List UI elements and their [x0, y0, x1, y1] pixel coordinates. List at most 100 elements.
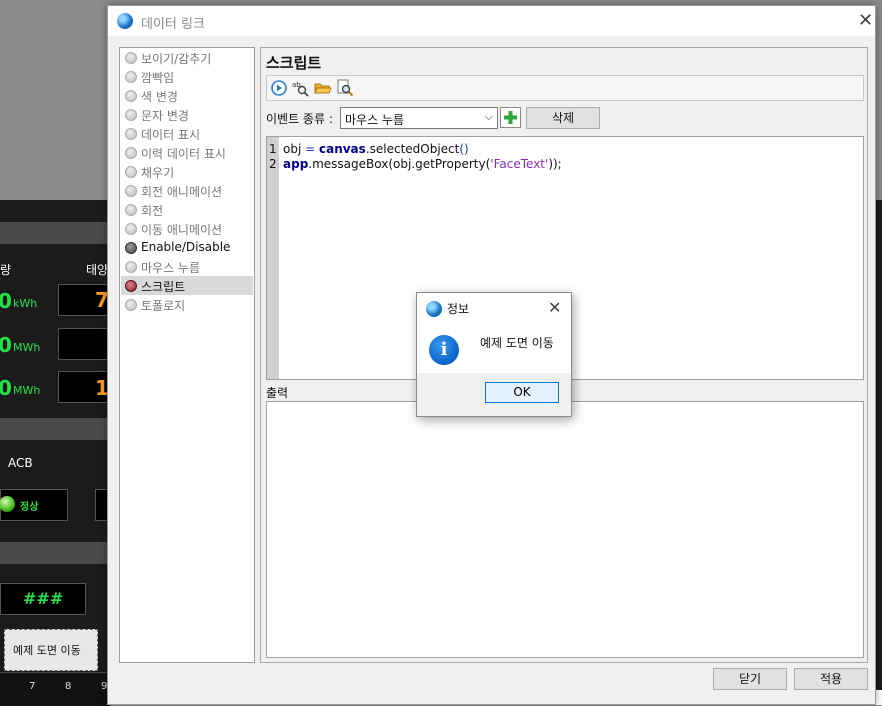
- code-line: 2 app.messageBox(obj.getProperty('FaceTex…: [269, 157, 562, 171]
- code-token: 'FaceText': [490, 157, 549, 171]
- radio-icon: [125, 52, 137, 64]
- delete-button[interactable]: 삭제: [526, 107, 600, 129]
- label-fragment: 태양: [86, 263, 109, 277]
- selected-canvas-button-label: 예제 도면 이동: [13, 644, 81, 657]
- radio-icon: [125, 128, 137, 140]
- close-button[interactable]: 닫기: [713, 668, 787, 690]
- section-bar: [0, 542, 110, 564]
- output-area: [266, 401, 864, 658]
- app-logo-icon: [426, 301, 442, 317]
- reading-unit: kWh: [13, 297, 38, 310]
- nav-item-label: 색 변경: [141, 90, 178, 104]
- section-bar: [0, 418, 110, 440]
- code-line: 1 obj = canvas.selectedObject(): [269, 142, 469, 156]
- code-token: (): [459, 142, 469, 156]
- reading-value: 0: [0, 289, 12, 313]
- nav-item-label: 채우기: [141, 166, 175, 180]
- radio-icon: [125, 90, 137, 102]
- nav-item-blink[interactable]: 깜빡임: [121, 67, 253, 86]
- reading-value: 0: [0, 333, 12, 357]
- radio-icon: [125, 261, 137, 273]
- radio-icon: [125, 223, 137, 235]
- nav-item-data-display[interactable]: 데이터 표시: [121, 124, 253, 143]
- message-body: 정보 ✕ i 예제 도면 이동: [417, 293, 571, 373]
- apply-button[interactable]: 적용: [794, 668, 868, 690]
- hash-display: ###: [0, 583, 86, 615]
- section-title: 스크립트: [266, 54, 322, 72]
- dialog-titlebar: 데이터 링크 ✕: [108, 6, 875, 36]
- radio-icon: [125, 185, 137, 197]
- nav-item-color-change[interactable]: 색 변경: [121, 86, 253, 105]
- ruler-number: 8: [65, 681, 72, 692]
- close-icon[interactable]: ✕: [858, 12, 873, 30]
- code-token: ));: [548, 157, 562, 171]
- ok-button[interactable]: OK: [485, 382, 559, 403]
- nav-item-text-change[interactable]: 문자 변경: [121, 105, 253, 124]
- nav-item-fill[interactable]: 채우기: [121, 162, 253, 181]
- reading-unit: MWh: [13, 341, 41, 354]
- open-folder-icon[interactable]: [314, 79, 332, 97]
- nav-item-label: 깜빡임: [141, 71, 175, 85]
- nav-item-label: 보이기/감추기: [141, 52, 212, 66]
- nav-item-move-animation[interactable]: 이동 애니메이션: [121, 219, 253, 238]
- selected-canvas-button[interactable]: 예제 도면 이동: [4, 629, 98, 671]
- line-number: 1: [269, 142, 277, 156]
- nav-item-label: Enable/Disable: [141, 240, 231, 254]
- nav-item-enable-disable[interactable]: Enable/Disable: [121, 238, 253, 257]
- code-token: app: [283, 157, 309, 171]
- nav-item-label: 토폴로지: [141, 299, 186, 313]
- editor-gutter: [267, 137, 279, 379]
- nav-item-mouse-press[interactable]: 마우스 누름: [121, 257, 253, 276]
- radio-icon: [125, 147, 137, 159]
- nav-item-show-hide[interactable]: 보이기/감추기: [121, 48, 253, 67]
- plus-icon: [504, 111, 517, 124]
- nav-item-label: 마우스 누름: [141, 261, 201, 275]
- radio-icon: [125, 166, 137, 178]
- acb-label: ACB: [8, 456, 33, 470]
- event-type-select[interactable]: 마우스 누름 ⌵: [340, 107, 498, 129]
- header-bar: [0, 222, 110, 244]
- hash-display-text: ###: [23, 589, 64, 608]
- radio-icon: [125, 71, 137, 83]
- radio-icon: [125, 299, 137, 311]
- status-box: 정상: [0, 489, 68, 521]
- nav-item-rotate-animation[interactable]: 회전 애니메이션: [121, 181, 253, 200]
- run-icon[interactable]: [270, 79, 288, 97]
- reading-box: [58, 328, 112, 360]
- message-text: 예제 도면 이동: [480, 336, 554, 350]
- nav-item-script[interactable]: 스크립트: [121, 276, 253, 295]
- search-replace-icon[interactable]: ab: [292, 79, 310, 97]
- close-icon[interactable]: ✕: [548, 299, 561, 317]
- status-text: 정상: [20, 502, 39, 513]
- add-event-button[interactable]: [500, 107, 521, 128]
- nav-item-label: 스크립트: [141, 280, 186, 294]
- ruler: 7 8 9: [0, 672, 110, 706]
- nav-item-history-display[interactable]: 이력 데이터 표시: [121, 143, 253, 162]
- code-token: =: [305, 142, 319, 156]
- output-label: 출력: [266, 386, 289, 400]
- nav-item-label: 회전 애니메이션: [141, 185, 223, 199]
- code-token: obj: [283, 142, 306, 156]
- code-token: .selectedObject: [365, 142, 460, 156]
- code-token: .messageBox(obj.getProperty(: [308, 157, 491, 171]
- radio-icon: [125, 242, 137, 254]
- nav-item-topology[interactable]: 토폴로지: [121, 295, 253, 314]
- code-token: canvas: [318, 142, 366, 156]
- status-led-icon: [0, 496, 15, 512]
- message-box-title: 정보: [447, 302, 470, 316]
- background-dashboard: 량 태양 0 kWh 7 0 MWh 0 MWh 1 ACB 정상 ### 예제…: [0, 200, 112, 706]
- label-fragment: 량: [0, 263, 12, 277]
- line-number: 2: [269, 157, 277, 171]
- nav-item-label: 이력 데이터 표시: [141, 147, 226, 161]
- nav-item-label: 회전: [141, 204, 164, 218]
- reading-value: 0: [0, 376, 12, 400]
- radio-icon: [125, 280, 137, 292]
- info-icon: i: [429, 335, 459, 365]
- event-type-label: 이벤트 종류 :: [266, 112, 333, 126]
- nav-item-rotate[interactable]: 회전: [121, 200, 253, 219]
- dialog-title: 데이터 링크: [141, 17, 205, 32]
- reading-unit: MWh: [13, 384, 41, 397]
- nav-item-label: 문자 변경: [141, 109, 189, 123]
- find-icon[interactable]: [336, 79, 354, 97]
- ruler-number: 7: [29, 681, 36, 692]
